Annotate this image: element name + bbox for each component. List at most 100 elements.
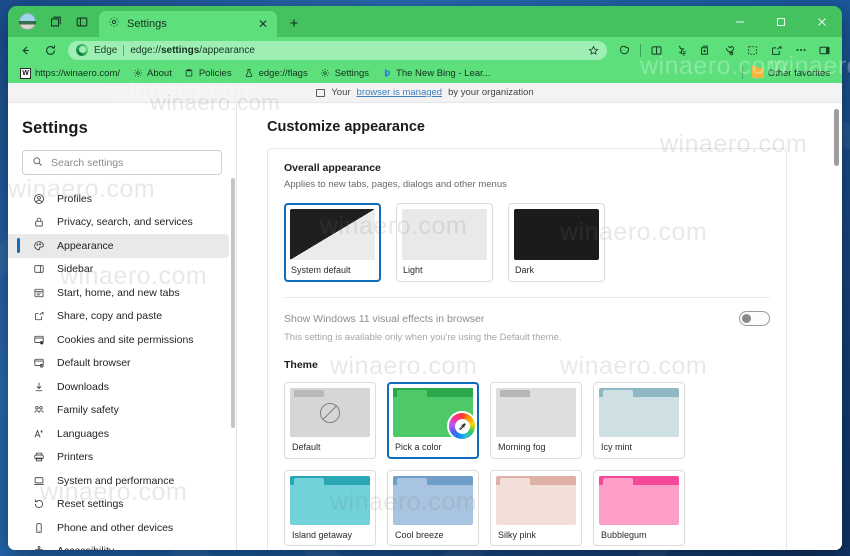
appearance-thumbnail	[290, 209, 375, 260]
palette-icon	[32, 239, 46, 253]
new-tab-button[interactable]: +	[282, 11, 306, 35]
sidebar-item-label: Start, home, and new tabs	[57, 286, 180, 299]
browser-essentials-icon[interactable]	[717, 39, 740, 61]
sidebar-icon	[32, 262, 46, 276]
appearance-option-system-default[interactable]: System default	[284, 203, 381, 282]
favorites-bar: W https://winaero.com/ About Policies ed…	[8, 63, 842, 83]
favorite-label: Policies	[198, 67, 232, 79]
favorite-item-new-bing[interactable]: The New Bing - Lear...	[376, 66, 496, 81]
sidebar-item-sidebar[interactable]: Sidebar	[8, 258, 229, 282]
sidebar-item-start-home[interactable]: Start, home, and new tabs	[8, 281, 229, 305]
eyedropper-icon	[454, 418, 470, 434]
maximize-button[interactable]	[760, 6, 801, 37]
section-divider	[284, 297, 770, 298]
main-scrollbar[interactable]	[834, 109, 839, 529]
theme-option-bubblegum[interactable]: Bubblegum	[593, 470, 685, 546]
gear-icon	[108, 15, 120, 33]
theme-option-island-getaway[interactable]: Island getaway	[284, 470, 376, 546]
sidebar-scrollbar-thumb[interactable]	[231, 178, 235, 428]
appearance-option-light[interactable]: Light	[396, 203, 493, 282]
share-icon[interactable]	[765, 39, 788, 61]
sidebar-toggle-icon[interactable]	[813, 39, 836, 61]
appearance-option-label: Dark	[515, 265, 535, 275]
appearance-option-dark[interactable]: Dark	[508, 203, 605, 282]
favorite-item-settings[interactable]: Settings	[315, 66, 374, 81]
favorite-item-winaero[interactable]: W https://winaero.com/	[15, 66, 125, 81]
minimize-button[interactable]	[719, 6, 760, 37]
theme-option-label: Cool breeze	[395, 530, 444, 540]
sidebar-item-label: Default browser	[57, 357, 131, 370]
color-picker-icon[interactable]	[449, 413, 475, 439]
more-icon[interactable]	[789, 39, 812, 61]
windows11-effects-toggle[interactable]	[739, 311, 770, 326]
favorite-label: https://winaero.com/	[35, 67, 121, 79]
sidebar-item-profiles[interactable]: Profiles	[8, 187, 229, 211]
toolbar-divider	[640, 43, 641, 57]
managed-browser-banner: Your browser is managed by your organiza…	[8, 83, 842, 103]
sidebar-item-label: Sidebar	[57, 263, 94, 276]
other-favorites-button[interactable]: Other favorites	[747, 65, 835, 81]
appearance-option-label: Light	[403, 265, 423, 275]
sidebar-item-cookies[interactable]: Cookies and site permissions	[8, 328, 229, 352]
sidebar-item-printers[interactable]: Printers	[8, 446, 229, 470]
theme-option-default[interactable]: Default	[284, 382, 376, 459]
theme-option-morning-fog[interactable]: Morning fog	[490, 382, 582, 459]
address-bar[interactable]: Edge edge://settings/appearance	[68, 40, 607, 60]
search-input[interactable]	[51, 156, 212, 169]
sidebar-item-appearance[interactable]: Appearance	[8, 234, 229, 258]
workspaces-icon[interactable]	[41, 8, 68, 35]
reset-icon	[32, 497, 46, 511]
browser-managed-link[interactable]: browser is managed	[357, 87, 443, 98]
sidebar-item-reset-settings[interactable]: Reset settings	[8, 493, 229, 517]
main-scrollbar-thumb[interactable]	[834, 109, 839, 166]
sidebar-item-privacy[interactable]: Privacy, search, and services	[8, 211, 229, 235]
settings-nav-list: Profiles Privacy, search, and services A…	[8, 187, 236, 550]
theme-option-label: Morning fog	[498, 442, 546, 452]
sidebar-item-label: Languages	[57, 427, 109, 440]
sidebar-scrollbar[interactable]	[231, 178, 235, 550]
sidebar-item-languages[interactable]: Languages	[8, 422, 229, 446]
favorite-item-policies[interactable]: Policies	[179, 66, 237, 81]
edge-logo-icon	[76, 44, 88, 56]
phone-icon	[32, 521, 46, 535]
copilot-icon[interactable]	[613, 39, 636, 61]
reload-button-icon[interactable]	[39, 39, 62, 61]
page-title: Settings	[22, 119, 88, 137]
theme-option-icy-mint[interactable]: Icy mint	[593, 382, 685, 459]
profile-avatar-button[interactable]	[14, 8, 41, 35]
tab-actions-icon[interactable]	[68, 8, 95, 35]
sidebar-item-label: Downloads	[57, 380, 109, 393]
extensions-icon[interactable]	[741, 39, 764, 61]
sidebar-item-share-copy-paste[interactable]: Share, copy and paste	[8, 305, 229, 329]
settings-sidebar: Settings Search settings Profiles Privac…	[8, 103, 236, 550]
sidebar-item-family-safety[interactable]: Family safety	[8, 399, 229, 423]
sidebar-item-system-performance[interactable]: System and performance	[8, 469, 229, 493]
appearance-thumbnail	[514, 209, 599, 260]
browser-tab[interactable]: Settings ✕	[99, 11, 277, 37]
theme-option-silky-pink[interactable]: Silky pink	[490, 470, 582, 546]
split-screen-icon[interactable]	[645, 39, 668, 61]
favorites-divider	[741, 67, 743, 79]
sidebar-item-label: Printers	[57, 451, 94, 464]
appearance-options: System default Light Dark	[284, 203, 770, 282]
sidebar-item-phone-devices[interactable]: Phone and other devices	[8, 516, 229, 540]
theme-option-pick-a-color[interactable]: Pick a color	[387, 382, 479, 459]
collections-icon[interactable]	[693, 39, 716, 61]
close-window-button[interactable]	[801, 6, 842, 37]
overall-appearance-subtext: Applies to new tabs, pages, dialogs and …	[284, 179, 507, 190]
sidebar-item-accessibility[interactable]: Accessibility	[8, 540, 229, 550]
back-button-icon[interactable]	[14, 39, 37, 61]
favorites-icon[interactable]	[669, 39, 692, 61]
favorite-star-icon[interactable]	[588, 45, 599, 56]
sidebar-item-downloads[interactable]: Downloads	[8, 375, 229, 399]
share-icon	[32, 309, 46, 323]
sidebar-item-default-browser[interactable]: Default browser	[8, 352, 229, 376]
theme-option-label: Default	[292, 442, 321, 452]
favorite-item-about[interactable]: About	[127, 66, 177, 81]
theme-option-cool-breeze[interactable]: Cool breeze	[387, 470, 479, 546]
winaero-icon: W	[20, 67, 31, 79]
favorite-item-flags[interactable]: edge://flags	[239, 66, 313, 81]
close-tab-button[interactable]: ✕	[255, 16, 271, 32]
search-settings-box[interactable]	[22, 150, 222, 175]
search-icon	[32, 154, 43, 172]
